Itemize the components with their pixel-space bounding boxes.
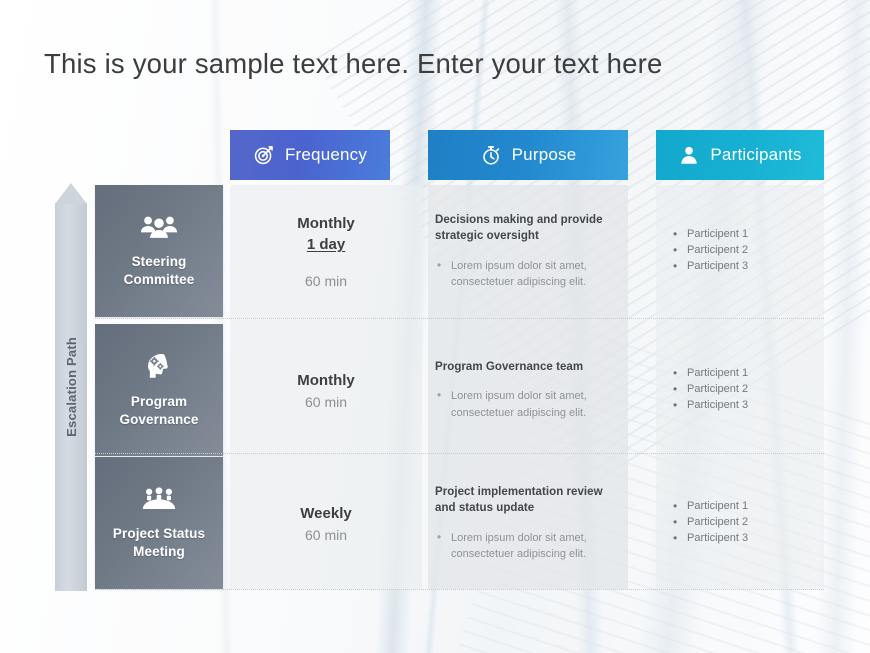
list-item: Participent 2	[670, 514, 824, 531]
frequency-main: Monthly	[297, 214, 355, 232]
table-row: Project Status Meeting Weekly 60 min Pro…	[95, 457, 824, 589]
page-title: This is your sample text here. Enter you…	[44, 48, 663, 79]
purpose-bullet-list: Lorem ipsum dolor sit amet, consectetuer…	[435, 257, 614, 291]
meeting-cadence-table: Steering Committee Monthly 1 day 60 min …	[95, 185, 824, 590]
row-separator	[95, 318, 824, 319]
list-item: Participent 3	[670, 258, 824, 275]
row-label-steering-committee[interactable]: Steering Committee	[95, 185, 223, 317]
stopwatch-icon	[480, 144, 502, 166]
escalation-path-label-wrap: Escalation Path	[55, 183, 87, 591]
escalation-path-label: Escalation Path	[63, 337, 79, 437]
list-item: Participent 1	[670, 365, 824, 382]
row-label-program-governance[interactable]: Program Governance	[95, 324, 223, 456]
table-row: Steering Committee Monthly 1 day 60 min …	[95, 185, 824, 317]
column-header-frequency[interactable]: Frequency	[230, 130, 390, 180]
participants-list: Participent 1 Participent 2 Participent …	[670, 498, 824, 547]
list-item: Participent 2	[670, 242, 824, 259]
list-item: Lorem ipsum dolor sit amet, consectetuer…	[435, 529, 614, 563]
list-item: Participent 1	[670, 226, 824, 243]
participants-list: Participent 1 Participent 2 Participent …	[670, 226, 824, 275]
row-label-text: Project Status Meeting	[112, 526, 206, 559]
list-item: Participent 1	[670, 498, 824, 515]
row-label-text: Program Governance	[119, 394, 199, 427]
head-with-gears-icon	[142, 351, 176, 381]
frequency-cell: Monthly 1 day 60 min	[230, 185, 422, 317]
purpose-bullet-list: Lorem ipsum dolor sit amet, consectetuer…	[435, 387, 614, 421]
participants-cell: Participent 1 Participent 2 Participent …	[656, 324, 824, 456]
frequency-duration: 60 min	[304, 393, 348, 410]
frequency-main: Monthly	[297, 372, 355, 390]
participants-list: Participent 1 Participent 2 Participent …	[670, 365, 824, 414]
frequency-sub: 1 day	[306, 236, 346, 253]
list-item: Lorem ipsum dolor sit amet, consectetuer…	[435, 387, 614, 421]
group-of-three-people-icon	[140, 213, 178, 241]
row-separator	[95, 453, 824, 454]
frequency-cell: Weekly 60 min	[230, 457, 422, 589]
row-label-project-status-meeting[interactable]: Project Status Meeting	[95, 457, 223, 589]
list-item: Participent 3	[670, 530, 824, 547]
column-header-participants[interactable]: Participants	[656, 130, 824, 180]
purpose-cell: Decisions making and provide strategic o…	[428, 185, 628, 317]
list-item: Participent 3	[670, 397, 824, 414]
participants-cell: Participent 1 Participent 2 Participent …	[656, 185, 824, 317]
frequency-cell: Monthly 60 min	[230, 324, 422, 456]
target-icon	[253, 144, 275, 166]
list-item: Participent 2	[670, 381, 824, 398]
row-label-text: Steering Committee	[123, 254, 195, 287]
person-icon	[678, 144, 700, 166]
frequency-main: Weekly	[300, 505, 352, 523]
column-header-label: Participants	[710, 145, 802, 164]
purpose-cell: Project implementation review and status…	[428, 457, 628, 589]
column-header-purpose[interactable]: Purpose	[428, 130, 628, 180]
table-row: Program Governance Monthly 60 min Progra…	[95, 324, 824, 456]
purpose-heading: Program Governance team	[435, 361, 584, 374]
frequency-duration: 60 min	[304, 526, 348, 543]
meeting-audience-icon	[140, 485, 178, 513]
purpose-bullet-list: Lorem ipsum dolor sit amet, consectetuer…	[435, 529, 614, 563]
purpose-heading: Decisions making and provide strategic o…	[435, 213, 603, 243]
list-item: Lorem ipsum dolor sit amet, consectetuer…	[435, 257, 614, 291]
participants-cell: Participent 1 Participent 2 Participent …	[656, 457, 824, 589]
purpose-heading: Project implementation review and status…	[435, 485, 603, 515]
column-header-label: Purpose	[511, 145, 577, 164]
purpose-cell: Program Governance team Lorem ipsum dolo…	[428, 324, 628, 456]
frequency-duration: 60 min	[304, 273, 348, 290]
escalation-path-arrow: Escalation Path	[55, 183, 87, 591]
column-header-label: Frequency	[284, 145, 368, 164]
row-separator	[95, 589, 824, 590]
